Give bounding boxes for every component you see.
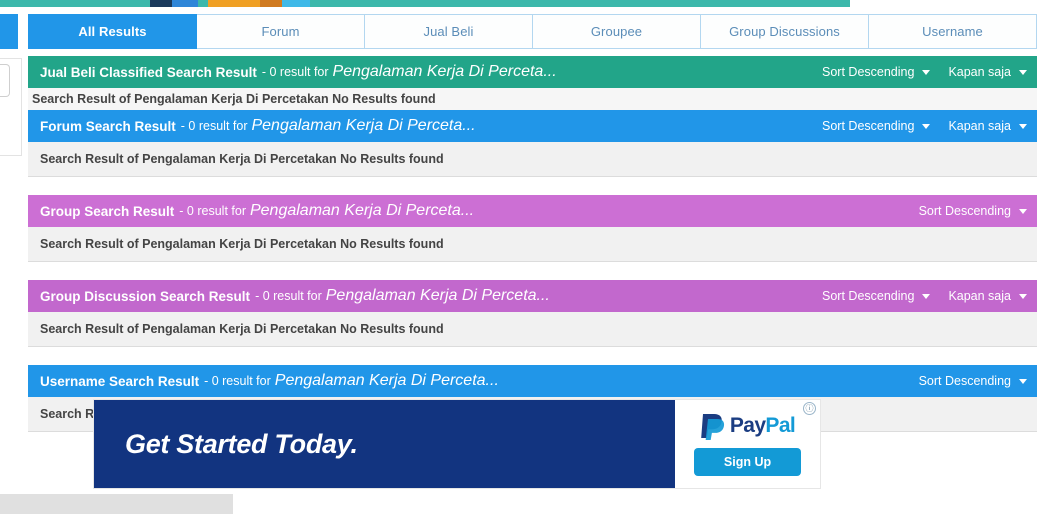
result-count-text: - 0 result for	[261, 65, 329, 79]
paypal-logo: PayPal	[700, 412, 796, 440]
tab-forum[interactable]: Forum	[197, 14, 365, 49]
result-block-gap	[28, 347, 1037, 365]
result-block-title: Forum Search Result	[40, 118, 176, 134]
result-block-title: Group Discussion Search Result	[40, 288, 251, 304]
result-block-empty-message: Search Result of Pengalaman Kerja Di Per…	[28, 312, 1037, 347]
paypal-wordmark-pay: Pay	[729, 414, 766, 437]
sort-descending-dropdown[interactable]: Sort Descending	[919, 204, 1027, 218]
time-range-dropdown[interactable]: Kapan saja	[948, 119, 1027, 133]
time-range-dropdown[interactable]: Kapan saja	[948, 289, 1027, 303]
time-range-label: Kapan saja	[948, 119, 1011, 133]
search-term-text: Pengalaman Kerja Di Perceta...	[249, 202, 475, 219]
chevron-down-icon	[922, 293, 931, 299]
chevron-down-icon	[1019, 378, 1027, 384]
search-scope-tabs: All Results Forum Jual Beli Groupee Grou…	[28, 14, 1037, 49]
result-block-empty-message: Search Result of Pengalaman Kerja Di Per…	[28, 142, 1037, 177]
sort-descending-dropdown[interactable]: Sort Descending	[919, 374, 1027, 388]
result-count-text: - 0 result for	[255, 289, 322, 303]
tab-username[interactable]: Username	[869, 14, 1037, 49]
sort-descending-label: Sort Descending	[822, 65, 915, 79]
paypal-wordmark-pal: Pal	[765, 414, 796, 437]
ad-brand-panel: PayPal Sign Up ⓘ	[675, 400, 820, 488]
chevron-down-icon	[1019, 208, 1027, 214]
top-promo-banner	[0, 0, 850, 7]
left-panel-inner-edge	[0, 64, 10, 97]
chevron-down-icon	[922, 123, 931, 129]
time-range-dropdown[interactable]: Kapan saja	[948, 65, 1027, 79]
search-term-text: Pengalaman Kerja Di Perceta...	[325, 287, 550, 304]
result-block-jual-beli-classified: Jual Beli Classified Search Result - 0 r…	[28, 56, 1037, 110]
chevron-down-icon	[1019, 123, 1027, 129]
result-block-forum: Forum Search Result - 0 result for Penga…	[28, 110, 1037, 177]
sort-descending-dropdown[interactable]: Sort Descending	[822, 65, 931, 79]
result-count-text: - 0 result for	[180, 119, 248, 133]
result-block-gap	[28, 262, 1037, 280]
tab-groupee[interactable]: Groupee	[533, 14, 701, 49]
sort-descending-label: Sort Descending	[822, 119, 915, 133]
sort-descending-dropdown[interactable]: Sort Descending	[822, 119, 931, 133]
search-term-text: Pengalaman Kerja Di Perceta...	[332, 63, 557, 80]
sort-descending-label: Sort Descending	[918, 204, 1011, 218]
time-range-label: Kapan saja	[948, 65, 1011, 79]
result-block-empty-message: Search Result of Pengalaman Kerja Di Per…	[28, 227, 1037, 262]
result-block-header: Group Discussion Search Result - 0 resul…	[28, 280, 1037, 312]
sort-descending-label: Sort Descending	[822, 289, 915, 303]
chevron-down-icon	[922, 69, 931, 75]
chevron-down-icon	[1019, 69, 1027, 75]
sort-descending-dropdown[interactable]: Sort Descending	[822, 289, 931, 303]
search-term-text: Pengalaman Kerja Di Perceta...	[251, 117, 476, 134]
result-block-empty-message: Search Result of Pengalaman Kerja Di Per…	[28, 88, 1037, 110]
top-promo-banner-artwork	[95, 0, 375, 7]
result-block-header: Jual Beli Classified Search Result - 0 r…	[28, 56, 1037, 88]
ad-info-icon[interactable]: ⓘ	[803, 402, 816, 415]
result-block-title: Group Search Result	[40, 203, 175, 219]
result-block-header: Username Search Result - 0 result for Pe…	[28, 365, 1037, 397]
tab-all-results[interactable]: All Results	[28, 14, 197, 49]
result-block-gap	[28, 177, 1037, 195]
result-block-header: Forum Search Result - 0 result for Penga…	[28, 110, 1037, 142]
search-term-text: Pengalaman Kerja Di Perceta...	[274, 372, 499, 389]
result-count-text: - 0 result for	[179, 204, 246, 218]
sort-descending-label: Sort Descending	[918, 374, 1011, 388]
result-block-title: Username Search Result	[40, 373, 200, 389]
ad-sign-up-button[interactable]: Sign Up	[693, 448, 802, 476]
advertisement-banner[interactable]: Get Started Today. PayPal Sign Up ⓘ	[93, 399, 821, 489]
tab-jual-beli[interactable]: Jual Beli	[365, 14, 533, 49]
chevron-down-icon	[1019, 293, 1027, 299]
paypal-wordmark: PayPal	[729, 414, 796, 438]
ad-headline-text: Get Started Today.	[125, 428, 358, 459]
result-count-text: - 0 result for	[204, 374, 271, 388]
paypal-p-icon	[701, 414, 724, 440]
result-block-group-discussion: Group Discussion Search Result - 0 resul…	[28, 280, 1037, 347]
time-range-label: Kapan saja	[948, 289, 1011, 303]
bottom-left-placeholder	[0, 494, 233, 514]
result-block-group: Group Search Result - 0 result for Penga…	[28, 195, 1037, 262]
ad-headline-panel: Get Started Today.	[94, 400, 675, 488]
left-rail-accent	[0, 14, 18, 49]
search-results-list: Jual Beli Classified Search Result - 0 r…	[28, 56, 1037, 432]
result-block-header: Group Search Result - 0 result for Penga…	[28, 195, 1037, 227]
tab-group-discussions[interactable]: Group Discussions	[701, 14, 869, 49]
result-block-title: Jual Beli Classified Search Result	[40, 64, 257, 80]
